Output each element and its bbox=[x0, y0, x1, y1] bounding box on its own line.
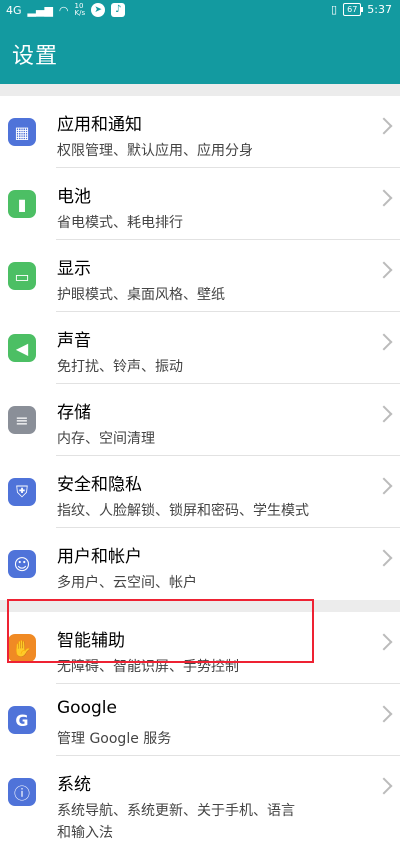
item-title: 安全和隐私 bbox=[57, 475, 142, 495]
item-subtitle: 免打扰、铃声、振动 bbox=[57, 359, 183, 375]
settings-item-sound[interactable]: ◀ 声音 免打扰、铃声、振动 bbox=[0, 312, 400, 384]
chevron-right-icon bbox=[375, 189, 393, 207]
display-icon: ▭ bbox=[8, 262, 36, 290]
storage-icon: ≡ bbox=[8, 406, 36, 434]
item-title: 声音 bbox=[57, 331, 91, 351]
item-subtitle: 护眼模式、桌面风格、壁纸 bbox=[57, 287, 225, 303]
settings-item-storage[interactable]: ≡ 存储 内存、空间清理 bbox=[0, 384, 400, 456]
item-subtitle: 管理 Google 服务 bbox=[57, 731, 172, 747]
item-title: 应用和通知 bbox=[57, 115, 142, 135]
highlight-box bbox=[7, 599, 314, 663]
signal-icon: ▂▄▆ bbox=[27, 3, 53, 17]
item-subtitle: 内存、空间清理 bbox=[57, 431, 155, 447]
status-bar: 4G ▂▄▆ ◠ 10 K/s ➤ ♪ ▯ 67 5:37 bbox=[0, 0, 400, 22]
chevron-right-icon bbox=[375, 633, 393, 651]
settings-item-display[interactable]: ▭ 显示 护眼模式、桌面风格、壁纸 bbox=[0, 240, 400, 312]
item-subtitle: 系统导航、系统更新、关于手机、语言 bbox=[57, 803, 295, 819]
chevron-right-icon bbox=[375, 405, 393, 423]
settings-item-google[interactable]: G Google 管理 Google 服务 bbox=[0, 684, 400, 756]
item-title: 用户和帐户 bbox=[57, 547, 142, 567]
tiktok-icon: ♪ bbox=[111, 3, 126, 17]
settings-item-battery[interactable]: ▮ 电池 省电模式、耗电排行 bbox=[0, 168, 400, 240]
item-subtitle: 指纹、人脸解锁、锁屏和密码、学生模式 bbox=[57, 503, 309, 519]
settings-item-accounts[interactable]: ☺ 用户和帐户 多用户、云空间、帐户 bbox=[0, 528, 400, 600]
shield-icon: ⛨ bbox=[8, 478, 36, 506]
page-title: 设置 bbox=[12, 44, 59, 69]
item-title: 显示 bbox=[57, 259, 91, 279]
settings-item-security[interactable]: ⛨ 安全和隐私 指纹、人脸解锁、锁屏和密码、学生模式 bbox=[0, 456, 400, 528]
settings-item-apps[interactable]: ▦ 应用和通知 权限管理、默认应用、应用分身 bbox=[0, 96, 400, 168]
item-title: 电池 bbox=[57, 187, 91, 207]
user-icon: ☺ bbox=[8, 550, 36, 578]
item-title: 系统 bbox=[57, 775, 91, 795]
item-subtitle-line2: 和输入法 bbox=[57, 825, 113, 841]
system-icon: ⓘ bbox=[8, 778, 36, 806]
wifi-icon: ◠ bbox=[58, 3, 69, 17]
settings-list: ▦ 应用和通知 权限管理、默认应用、应用分身 ▮ 电池 省电模式、耗电排行 ▭ … bbox=[0, 84, 400, 846]
settings-item-system[interactable]: ⓘ 系统 系统导航、系统更新、关于手机、语言 和输入法 bbox=[0, 756, 400, 846]
net-speed: 10 K/s bbox=[74, 2, 86, 17]
header: 设置 bbox=[0, 22, 400, 84]
vibrate-icon: ▯ bbox=[331, 3, 338, 16]
speaker-icon: ◀ bbox=[8, 334, 36, 362]
google-icon: G bbox=[8, 706, 36, 734]
battery-icon: ▮ bbox=[8, 190, 36, 218]
chevron-right-icon bbox=[375, 549, 393, 567]
chevron-right-icon bbox=[375, 477, 393, 495]
item-subtitle: 多用户、云空间、帐户 bbox=[57, 575, 197, 591]
item-subtitle: 省电模式、耗电排行 bbox=[57, 215, 183, 231]
chevron-right-icon bbox=[375, 117, 393, 135]
clock: 5:37 bbox=[367, 3, 392, 16]
chevron-right-icon bbox=[375, 705, 393, 723]
chevron-right-icon bbox=[375, 333, 393, 351]
chevron-right-icon bbox=[375, 261, 393, 279]
battery-indicator: 67 bbox=[343, 3, 364, 16]
section-gap bbox=[0, 84, 400, 96]
item-title: 存储 bbox=[57, 403, 91, 423]
send-icon: ➤ bbox=[91, 3, 106, 17]
item-subtitle: 权限管理、默认应用、应用分身 bbox=[57, 143, 253, 159]
network-label: 4G bbox=[6, 3, 22, 17]
apps-grid-icon: ▦ bbox=[8, 118, 36, 146]
item-title: Google bbox=[57, 698, 117, 718]
chevron-right-icon bbox=[375, 777, 393, 795]
